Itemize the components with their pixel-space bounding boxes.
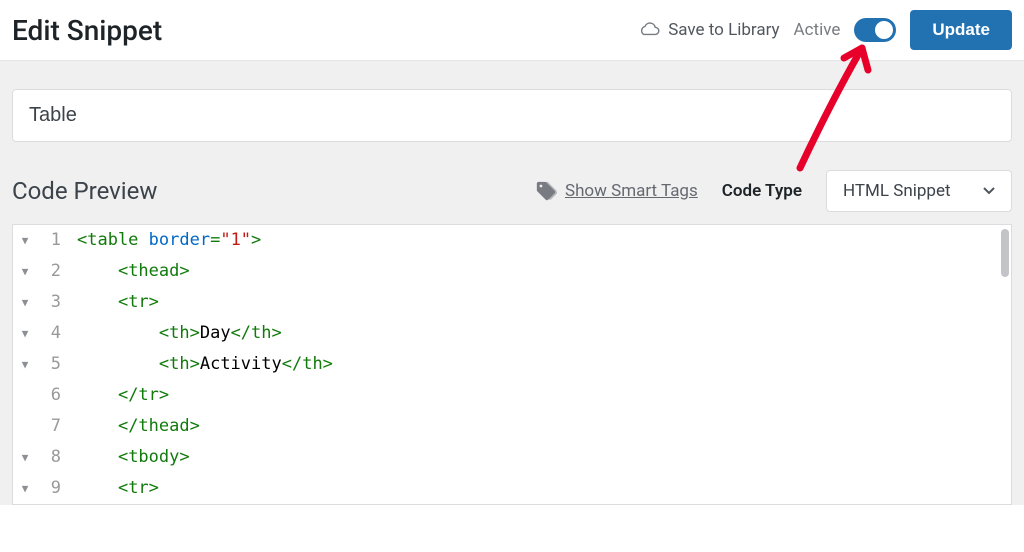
page-title: Edit Snippet [12, 14, 162, 47]
fold-marker[interactable]: ▼ [13, 349, 37, 380]
line-number: 4 [37, 318, 77, 349]
line-number: 8 [37, 442, 77, 473]
fold-marker[interactable]: ▼ [13, 287, 37, 318]
code-content[interactable]: </thead> [77, 411, 200, 442]
code-content[interactable]: <tr> [77, 473, 159, 504]
code-content[interactable]: <th>Day</th> [77, 318, 282, 349]
active-label: Active [794, 20, 841, 40]
preview-controls: Show Smart Tags Code Type HTML Snippet [535, 170, 1012, 212]
toggle-handle [875, 21, 893, 39]
line-number: 2 [37, 256, 77, 287]
fold-marker[interactable]: ▼ [13, 442, 37, 473]
code-line[interactable]: ▼4 <th>Day</th> [13, 318, 1011, 349]
code-type-value: HTML Snippet [843, 181, 951, 201]
line-number: 6 [37, 380, 77, 411]
code-line[interactable]: 6 </tr> [13, 380, 1011, 411]
smart-tags-label: Show Smart Tags [565, 181, 698, 201]
save-to-library-label: Save to Library [668, 20, 779, 40]
fold-marker[interactable]: ▼ [13, 473, 37, 504]
line-number: 5 [37, 349, 77, 380]
code-line[interactable]: ▼5 <th>Activity</th> [13, 349, 1011, 380]
code-line[interactable]: ▼8 <tbody> [13, 442, 1011, 473]
code-type-select[interactable]: HTML Snippet [826, 170, 1012, 212]
code-content[interactable]: </tr> [77, 380, 169, 411]
code-content[interactable]: <th>Activity</th> [77, 349, 333, 380]
code-preview-heading: Code Preview [12, 177, 157, 205]
header-actions: Save to Library Active Update [638, 10, 1012, 50]
tags-icon [535, 180, 557, 202]
code-line[interactable]: ▼2 <thead> [13, 256, 1011, 287]
line-number: 3 [37, 287, 77, 318]
line-number: 7 [37, 411, 77, 442]
code-line[interactable]: ▼3 <tr> [13, 287, 1011, 318]
show-smart-tags-link[interactable]: Show Smart Tags [535, 180, 698, 202]
code-editor[interactable]: ▼1<table border="1">▼2 <thead>▼3 <tr>▼4 … [12, 224, 1012, 505]
chevron-down-icon [983, 187, 995, 195]
code-type-label: Code Type [722, 181, 802, 201]
header: Edit Snippet Save to Library Active Upda… [0, 0, 1024, 61]
preview-header: Code Preview Show Smart Tags Code Type H… [12, 170, 1012, 212]
scrollbar[interactable] [1001, 229, 1009, 277]
line-number: 9 [37, 473, 77, 504]
fold-marker[interactable]: ▼ [13, 256, 37, 287]
code-line[interactable]: 7 </thead> [13, 411, 1011, 442]
snippet-title-input[interactable] [12, 89, 1012, 142]
active-toggle[interactable] [854, 18, 896, 42]
code-content[interactable]: <table border="1"> [77, 225, 261, 256]
fold-marker[interactable]: ▼ [13, 318, 37, 349]
line-number: 1 [37, 225, 77, 256]
code-content[interactable]: <thead> [77, 256, 190, 287]
update-button[interactable]: Update [910, 10, 1012, 50]
code-content[interactable]: <tr> [77, 287, 159, 318]
cloud-icon [638, 22, 660, 38]
content-area: Code Preview Show Smart Tags Code Type H… [0, 61, 1024, 505]
save-to-library-link[interactable]: Save to Library [638, 20, 779, 40]
code-content[interactable]: <tbody> [77, 442, 190, 473]
code-line[interactable]: ▼9 <tr> [13, 473, 1011, 504]
code-line[interactable]: ▼1<table border="1"> [13, 225, 1011, 256]
fold-marker[interactable]: ▼ [13, 225, 37, 256]
